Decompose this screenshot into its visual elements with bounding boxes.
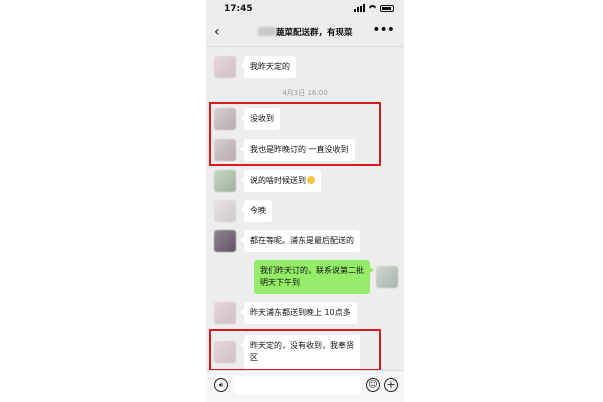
highlight-box: [209, 102, 381, 166]
avatar[interactable]: [214, 170, 236, 192]
message-bubble[interactable]: 昨天浦东都送到晚上 10点多: [240, 302, 357, 324]
avatar[interactable]: [376, 266, 398, 288]
message-bubble[interactable]: 都在等呢。浦东是最后配送的: [240, 230, 360, 252]
status-icons: [354, 4, 394, 12]
more-horizontal-icon[interactable]: •••: [372, 22, 395, 38]
avatar[interactable]: [214, 200, 236, 222]
plus-icon[interactable]: +: [384, 378, 398, 392]
status-time: 17:45: [224, 4, 253, 14]
message-text: 说的啥时候送到: [250, 176, 306, 185]
message-bubble[interactable]: 我昨天定的: [240, 56, 296, 78]
message-row: 今晚: [214, 200, 272, 222]
message-row-outgoing: 我们昨天订的，联系说第二批 明天下午到: [254, 260, 398, 294]
signal-icon: [354, 4, 365, 12]
voice-icon[interactable]: 🔊︎: [214, 378, 228, 392]
highlight-box: [209, 329, 381, 371]
blurred-group-name: [258, 27, 276, 36]
chat-title: 蔬菜配送群，有现菜: [276, 28, 353, 38]
message-line: 我们昨天订的，联系说第二批: [260, 266, 364, 275]
emoji-icon[interactable]: ☺: [366, 378, 380, 392]
message-row: 昨天浦东都送到晚上 10点多: [214, 302, 357, 324]
chat-timestamp: 4月3日 16:00: [282, 89, 328, 97]
phone-screen: 17:45 ‹ 蔬菜配送群，有现菜 ••• 我昨天定的 4月3日 16:00 没…: [206, 0, 404, 402]
message-line: 明天下午到: [260, 278, 300, 287]
wifi-icon: [368, 5, 377, 12]
avatar[interactable]: [214, 230, 236, 252]
battery-icon: [380, 4, 394, 12]
message-input[interactable]: [234, 376, 362, 394]
message-row: 我昨天定的: [214, 56, 296, 78]
message-row: 都在等呢。浦东是最后配送的: [214, 230, 360, 252]
message-bubble[interactable]: 今晚: [240, 200, 272, 222]
avatar[interactable]: [214, 56, 236, 78]
chevron-left-icon[interactable]: ‹: [214, 24, 220, 40]
message-row: 说的啥时候送到: [214, 170, 321, 192]
chat-header: ‹ 蔬菜配送群，有现菜 •••: [206, 18, 404, 47]
avatar[interactable]: [214, 302, 236, 324]
message-bubble-outgoing[interactable]: 我们昨天订的，联系说第二批 明天下午到: [254, 260, 374, 294]
input-bar: 🔊︎ ☺ +: [206, 370, 404, 402]
emoji-icon: [307, 176, 315, 184]
message-bubble[interactable]: 说的啥时候送到: [240, 170, 321, 192]
status-bar: 17:45: [206, 0, 404, 18]
